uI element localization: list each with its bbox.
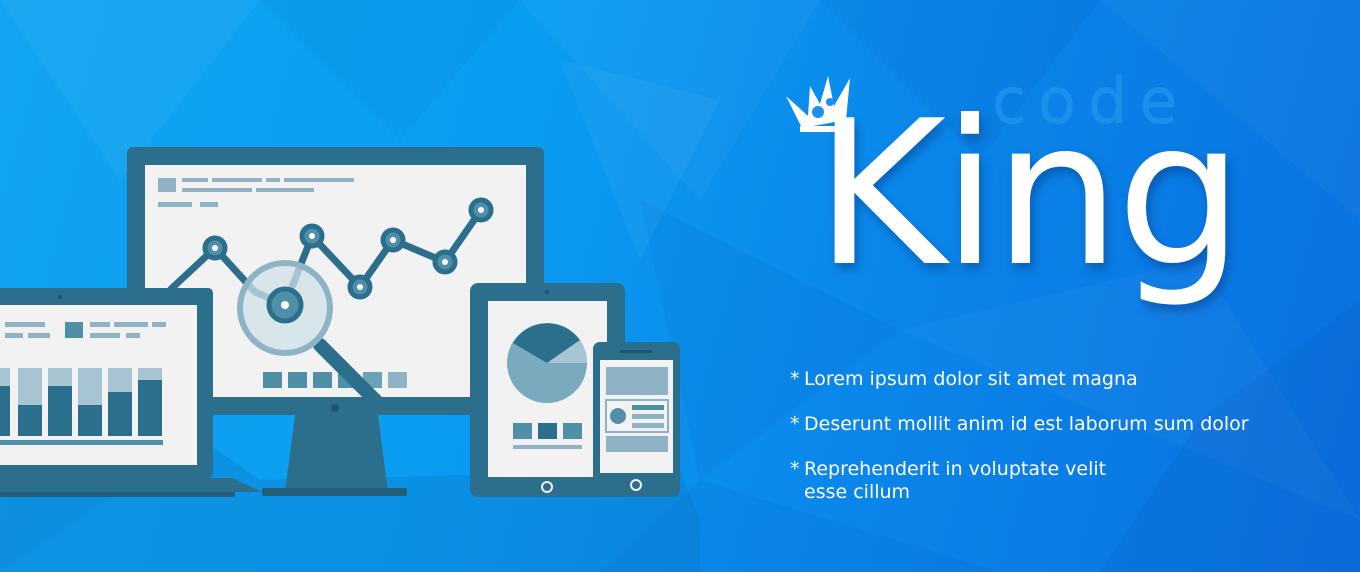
feature-item: * Lorem ipsum dolor sit amet magna xyxy=(790,368,1260,391)
feature-text: Lorem ipsum dolor sit amet magna xyxy=(804,368,1138,390)
devices-illustration xyxy=(0,147,700,572)
bar-chart-icon xyxy=(0,368,163,445)
feature-text: Reprehenderit in voluptate velit esse ci… xyxy=(804,458,1107,503)
feature-item: * Deserunt mollit anim id est laborum su… xyxy=(790,413,1260,436)
logo-king-word: King xyxy=(815,78,1243,311)
pie-chart-icon xyxy=(507,323,588,403)
feature-item: * Reprehenderit in voluptate velit esse … xyxy=(790,458,1150,504)
smartphone-icon xyxy=(593,342,680,497)
bullet-star: * xyxy=(790,368,800,390)
feature-list: * Lorem ipsum dolor sit amet magna * Des… xyxy=(790,368,1260,526)
feature-text: Deserunt mollit anim id est laborum sum … xyxy=(804,413,1249,435)
hero-banner: code King * Lorem ipsum dolor sit amet m… xyxy=(0,0,1360,572)
bullet-star: * xyxy=(790,458,800,480)
bullet-star: * xyxy=(790,413,800,435)
